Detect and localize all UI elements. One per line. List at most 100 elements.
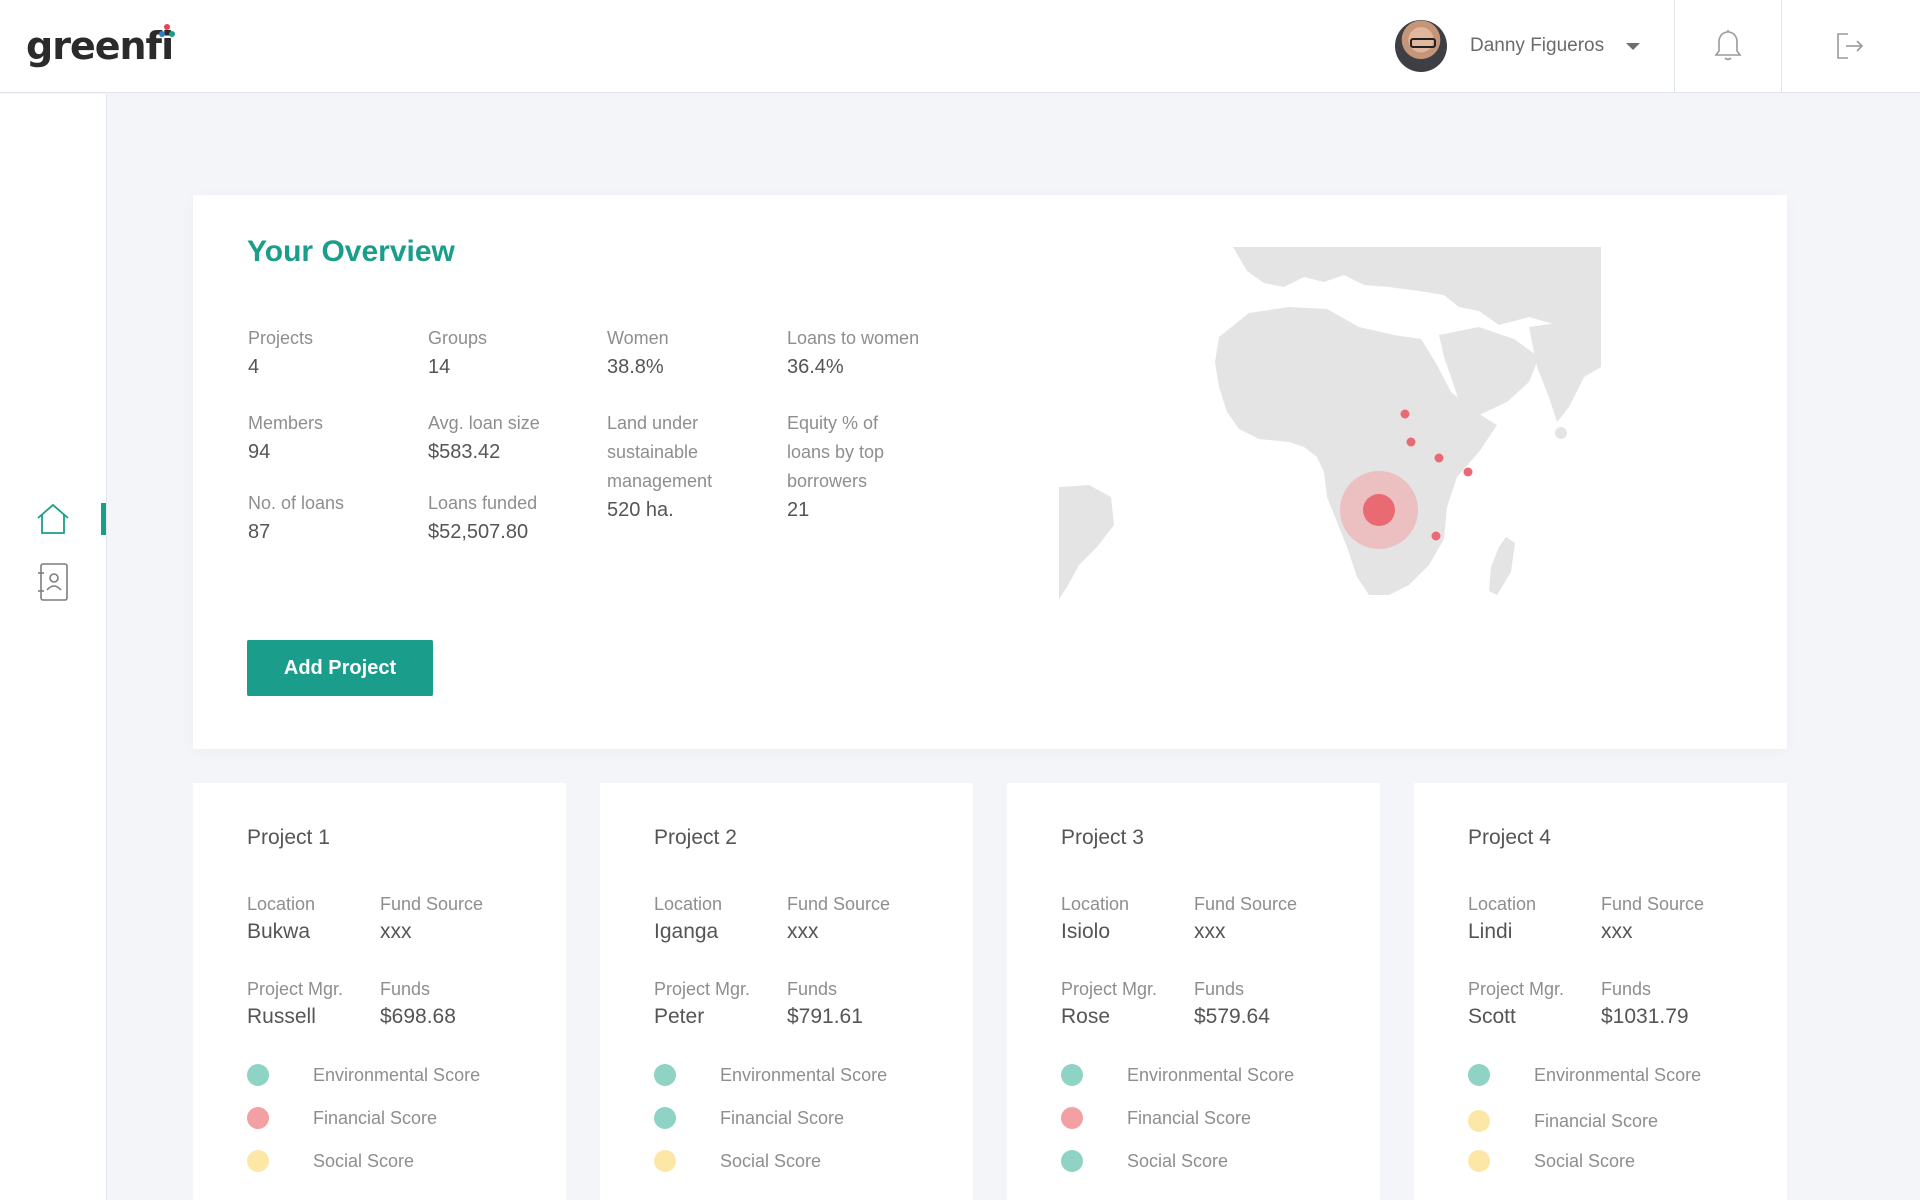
field-value: $791.61 xyxy=(787,1005,863,1028)
user-menu[interactable]: Danny Figueros xyxy=(1395,20,1641,72)
map-marker[interactable] xyxy=(1434,453,1444,463)
overview-card: Your Overview Projects 4 Groups 14 Women… xyxy=(193,195,1787,749)
field-value: xxx xyxy=(1194,920,1226,943)
header-divider xyxy=(1674,0,1675,93)
add-project-button[interactable]: Add Project xyxy=(247,640,433,696)
field-value: Isiolo xyxy=(1061,920,1111,943)
stat-value: $583.42 xyxy=(428,441,501,463)
field-label: Location xyxy=(1061,894,1130,914)
home-icon[interactable] xyxy=(34,498,72,540)
project-fund-source: Fund Source xxx xyxy=(380,891,483,947)
field-value: $579.64 xyxy=(1194,1005,1270,1028)
score-label: Social Score xyxy=(720,1150,822,1171)
score-label: Social Score xyxy=(1127,1150,1229,1171)
field-label: Funds xyxy=(787,979,838,999)
avatar xyxy=(1395,20,1447,72)
project-card[interactable]: Project 2 Location Iganga Fund Source xx… xyxy=(600,783,973,1200)
field-value: $1031.79 xyxy=(1601,1005,1689,1028)
stat-loans-to-women: Loans to women 36.4% xyxy=(787,324,967,381)
social-score: Social Score xyxy=(654,1149,821,1173)
score-indicator xyxy=(247,1107,269,1129)
score-label: Financial Score xyxy=(1534,1110,1659,1131)
project-card[interactable]: Project 4 Location Lindi Fund Source xxx… xyxy=(1414,783,1787,1200)
environmental-score: Environmental Score xyxy=(1468,1063,1701,1087)
project-location: Location Bukwa xyxy=(247,891,315,947)
field-value: Russell xyxy=(247,1005,316,1028)
stat-label: Avg. loan size xyxy=(428,413,540,433)
project-funds: Funds $579.64 xyxy=(1194,976,1270,1032)
financial-score: Financial Score xyxy=(654,1106,844,1130)
field-value: Scott xyxy=(1468,1005,1516,1028)
stat-land-managed: Land under sustainable management 520 ha… xyxy=(607,409,737,524)
field-label: Project Mgr. xyxy=(247,979,344,999)
sidebar-active-indicator xyxy=(101,503,106,535)
stat-label: Members xyxy=(248,413,324,433)
project-fund-source: Fund Source xxx xyxy=(1601,891,1704,947)
financial-score: Financial Score xyxy=(1468,1109,1658,1133)
africa-map[interactable] xyxy=(1059,247,1601,607)
bell-icon[interactable] xyxy=(1710,28,1746,64)
score-indicator xyxy=(1468,1150,1490,1172)
greenfi-logo[interactable]: greenfi xyxy=(26,20,176,72)
project-card[interactable]: Project 1 Location Bukwa Fund Source xxx… xyxy=(193,783,566,1200)
stat-equity: Equity % of loans by top borrowers 21 xyxy=(787,409,917,524)
financial-score: Financial Score xyxy=(1061,1106,1251,1130)
stat-label: Loans funded xyxy=(428,493,538,513)
top-header: greenfi Danny Figueros xyxy=(0,0,1920,93)
stat-label: Groups xyxy=(428,328,488,348)
field-value: Rose xyxy=(1061,1005,1111,1028)
map-marker[interactable] xyxy=(1406,437,1416,447)
map-marker[interactable] xyxy=(1400,409,1410,419)
logo-text: greenfi xyxy=(26,24,174,68)
project-title: Project 1 xyxy=(247,826,330,849)
field-label: Project Mgr. xyxy=(1468,979,1565,999)
score-indicator xyxy=(1061,1150,1083,1172)
project-funds: Funds $1031.79 xyxy=(1601,976,1689,1032)
logout-icon[interactable] xyxy=(1832,28,1868,64)
stat-value: 87 xyxy=(248,521,271,543)
field-value: xxx xyxy=(380,920,412,943)
stat-label: Projects xyxy=(248,328,314,348)
project-location: Location Isiolo xyxy=(1061,891,1129,947)
score-label: Environmental Score xyxy=(1534,1064,1702,1085)
score-label: Social Score xyxy=(313,1150,415,1171)
field-label: Fund Source xyxy=(380,894,484,914)
field-label: Project Mgr. xyxy=(1061,979,1158,999)
field-value: $698.68 xyxy=(380,1005,456,1028)
field-value: xxx xyxy=(1601,920,1633,943)
stat-groups: Groups 14 xyxy=(428,324,608,381)
stat-no-of-loans: No. of loans 87 xyxy=(248,489,428,546)
stat-label: Equity % of loans by top borrowers xyxy=(787,413,885,491)
project-location: Location Iganga xyxy=(654,891,722,947)
field-value: Bukwa xyxy=(247,920,311,943)
stat-value: 520 ha. xyxy=(607,499,674,521)
project-card[interactable]: Project 3 Location Isiolo Fund Source xx… xyxy=(1007,783,1380,1200)
field-value: Iganga xyxy=(654,920,719,943)
stat-members: Members 94 xyxy=(248,409,428,466)
stat-value: 94 xyxy=(248,441,271,463)
score-label: Social Score xyxy=(1534,1150,1636,1171)
stat-women: Women 38.8% xyxy=(607,324,787,381)
score-indicator xyxy=(654,1107,676,1129)
map-marker[interactable] xyxy=(1431,531,1441,541)
field-label: Fund Source xyxy=(1601,894,1705,914)
field-label: Location xyxy=(247,894,316,914)
project-location: Location Lindi xyxy=(1468,891,1536,947)
project-manager: Project Mgr. Russell xyxy=(247,976,343,1032)
stat-projects: Projects 4 xyxy=(248,324,428,381)
score-indicator xyxy=(1061,1064,1083,1086)
contacts-icon[interactable] xyxy=(34,561,72,603)
field-label: Funds xyxy=(1601,979,1652,999)
stat-label: Loans to women xyxy=(787,328,920,348)
map-marker-main[interactable] xyxy=(1363,494,1395,526)
score-label: Environmental Score xyxy=(313,1064,481,1085)
stat-avg-loan-size: Avg. loan size $583.42 xyxy=(428,409,608,466)
map-marker[interactable] xyxy=(1463,467,1473,477)
sidebar xyxy=(0,94,107,1200)
stat-value: 14 xyxy=(428,356,451,378)
stat-value: 4 xyxy=(248,356,260,378)
financial-score: Financial Score xyxy=(247,1106,437,1130)
stat-value: 21 xyxy=(787,499,810,521)
score-indicator xyxy=(247,1064,269,1086)
score-indicator xyxy=(654,1064,676,1086)
